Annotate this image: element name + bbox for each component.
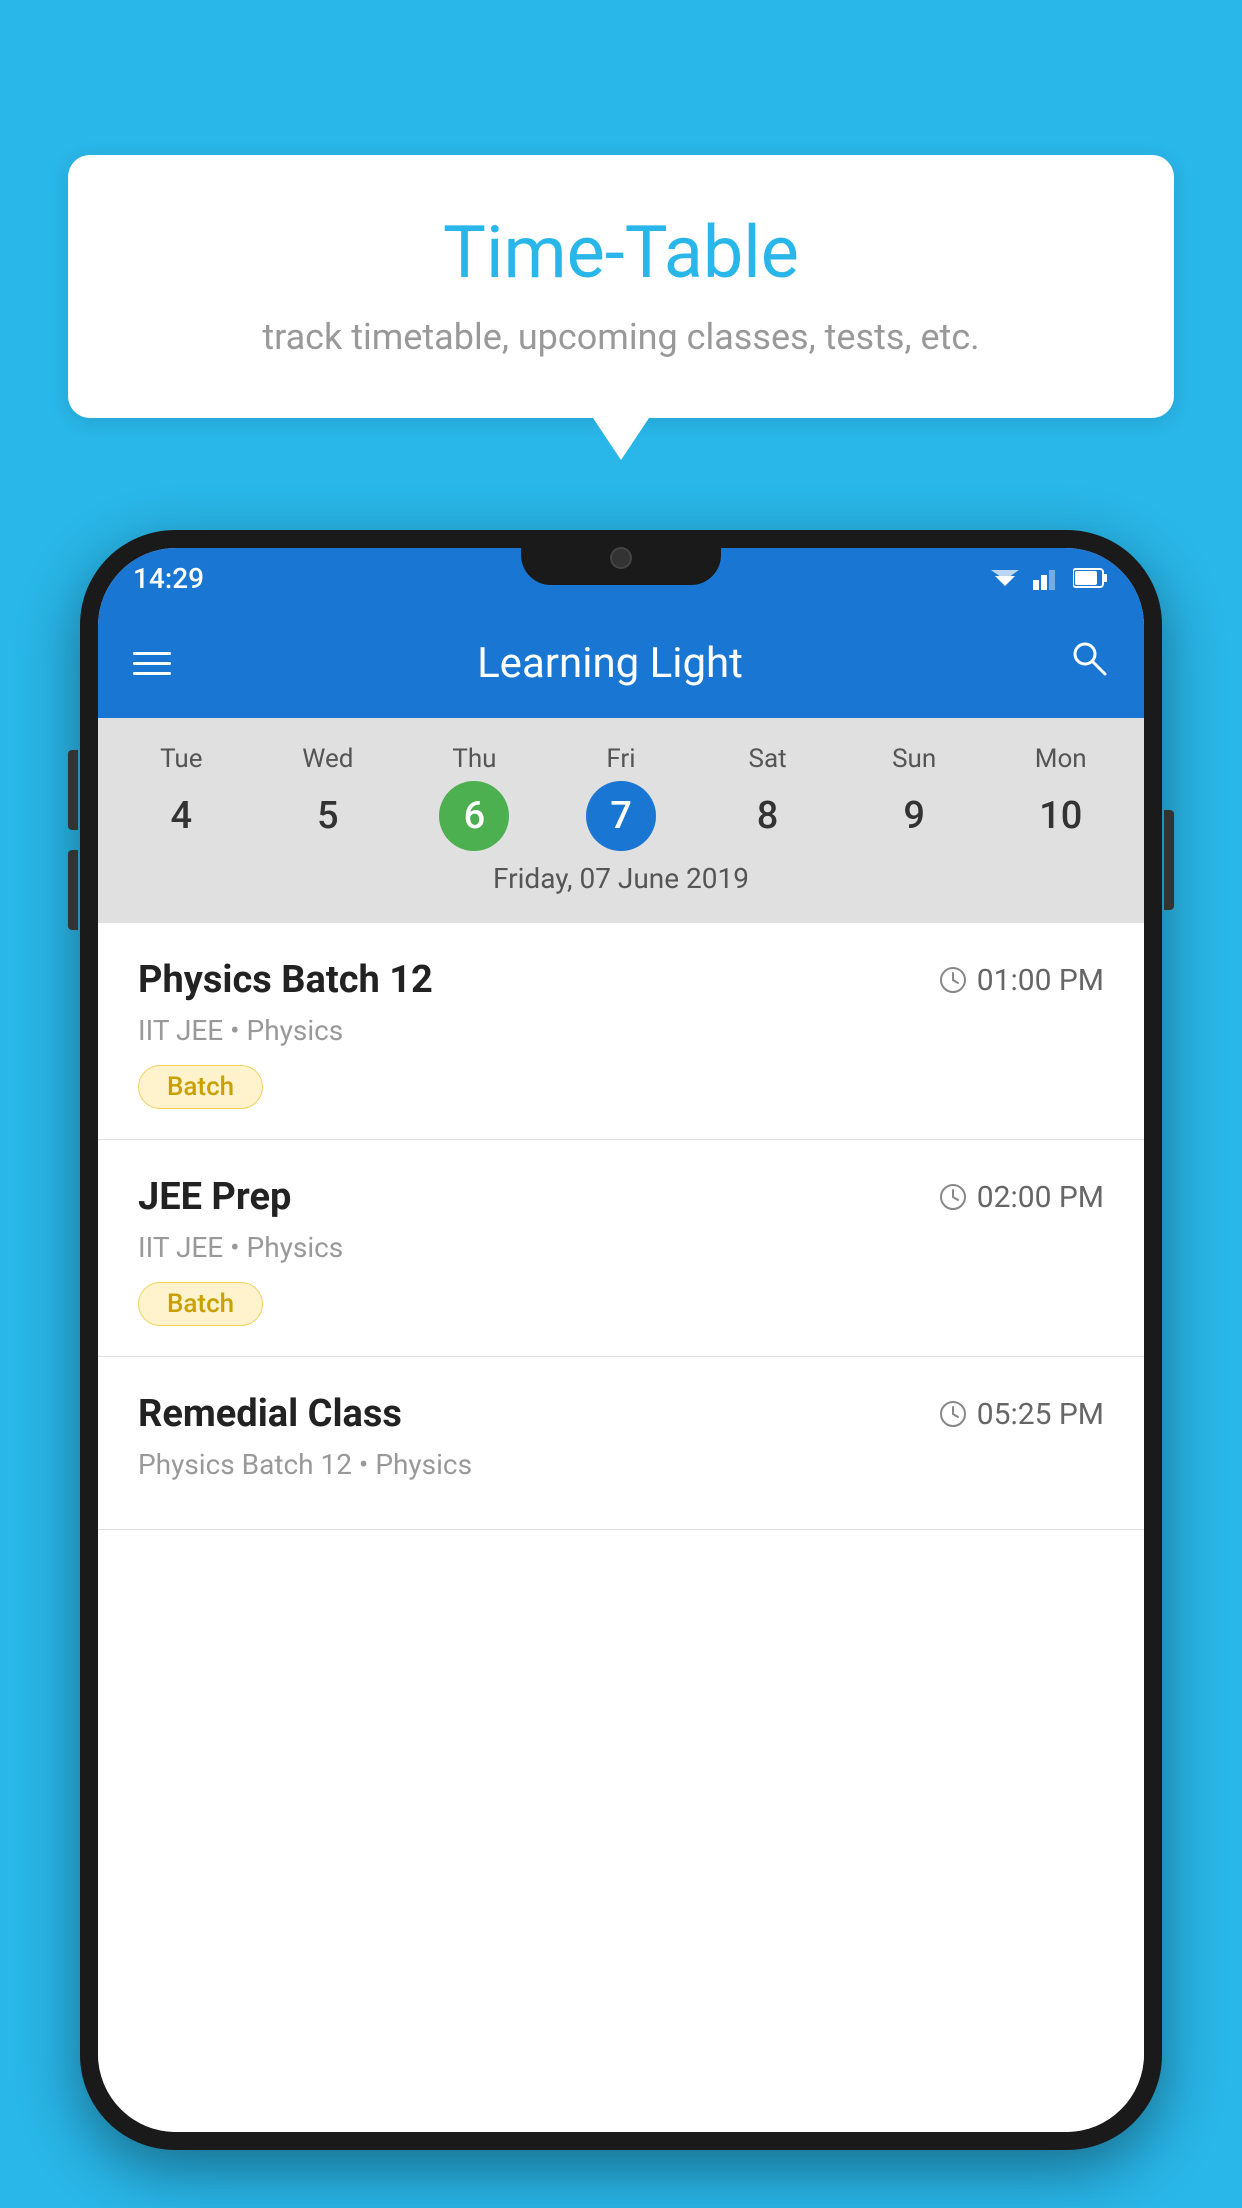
phone-camera: [610, 547, 632, 569]
clock-icon-3: [939, 1400, 967, 1428]
class-time-3: 05:25 PM: [939, 1397, 1104, 1432]
class-meta-2: IIT JEE • Physics: [138, 1231, 1104, 1264]
clock-icon-2: [939, 1183, 967, 1211]
app-title: Learning Light: [181, 639, 1039, 688]
class-time-label-2: 02:00 PM: [977, 1180, 1104, 1215]
day-6-today[interactable]: 6: [401, 782, 548, 850]
day-header-sat: Sat: [694, 736, 841, 782]
class-item-header-2: JEE Prep 02:00 PM: [138, 1175, 1104, 1219]
phone-outer: 14:29: [80, 530, 1162, 2150]
phone-notch: [521, 530, 721, 585]
status-icons: [989, 566, 1109, 590]
class-item-physics-batch-12[interactable]: Physics Batch 12 01:00 PM IIT JEE • Ph: [98, 923, 1144, 1140]
hamburger-menu-icon[interactable]: [133, 652, 171, 675]
tooltip-container: Time-Table track timetable, upcoming cla…: [68, 155, 1174, 418]
wifi-icon: [989, 566, 1021, 590]
phone-frame: 14:29: [80, 530, 1162, 2150]
day-headers: Tue Wed Thu Fri Sat Sun Mon: [98, 736, 1144, 782]
day-header-thu: Thu: [401, 736, 548, 782]
day-header-mon: Mon: [987, 736, 1134, 782]
batch-badge-2: Batch: [138, 1282, 263, 1326]
tooltip-bubble: Time-Table track timetable, upcoming cla…: [68, 155, 1174, 418]
signal-icon: [1033, 566, 1061, 590]
day-10[interactable]: 10: [987, 782, 1134, 850]
tooltip-subtitle: track timetable, upcoming classes, tests…: [128, 316, 1114, 358]
class-name: Physics Batch 12: [138, 958, 433, 1002]
selected-date-label: Friday, 07 June 2019: [98, 850, 1144, 913]
class-item-header: Physics Batch 12 01:00 PM: [138, 958, 1104, 1002]
batch-badge: Batch: [138, 1065, 263, 1109]
class-item-remedial[interactable]: Remedial Class 05:25 PM Physics Batch: [98, 1357, 1144, 1530]
phone-vol-down-button: [68, 850, 78, 930]
class-item-jee-prep[interactable]: JEE Prep 02:00 PM IIT JEE • Physics: [98, 1140, 1144, 1357]
day-header-fri: Fri: [548, 736, 695, 782]
tooltip-title: Time-Table: [128, 210, 1114, 296]
class-time: 01:00 PM: [939, 963, 1104, 998]
calendar-strip: Tue Wed Thu Fri Sat Sun Mon 4 5 6 7 8: [98, 718, 1144, 923]
app-bar: Learning Light: [98, 608, 1144, 718]
class-time-label: 01:00 PM: [977, 963, 1104, 998]
class-name-3: Remedial Class: [138, 1392, 402, 1436]
clock-icon: [939, 966, 967, 994]
battery-icon: [1073, 567, 1109, 589]
class-item-header-3: Remedial Class 05:25 PM: [138, 1392, 1104, 1436]
phone-content: 14:29: [98, 548, 1144, 2132]
class-name-2: JEE Prep: [138, 1175, 291, 1219]
class-meta: IIT JEE • Physics: [138, 1014, 1104, 1047]
day-header-sun: Sun: [841, 736, 988, 782]
day-8[interactable]: 8: [694, 782, 841, 850]
day-header-tue: Tue: [108, 736, 255, 782]
phone-screen: 14:29: [98, 548, 1144, 2132]
class-list: Physics Batch 12 01:00 PM IIT JEE • Ph: [98, 923, 1144, 2132]
day-header-wed: Wed: [255, 736, 402, 782]
class-meta-3: Physics Batch 12 • Physics: [138, 1448, 1104, 1481]
phone-vol-up-button: [68, 750, 78, 830]
phone-power-button: [1164, 810, 1174, 910]
class-time-2: 02:00 PM: [939, 1180, 1104, 1215]
day-9[interactable]: 9: [841, 782, 988, 850]
day-4[interactable]: 4: [108, 782, 255, 850]
day-5[interactable]: 5: [255, 782, 402, 850]
day-7-selected[interactable]: 7: [548, 782, 695, 850]
class-time-label-3: 05:25 PM: [977, 1397, 1104, 1432]
status-time: 14:29: [133, 562, 204, 595]
search-icon[interactable]: [1069, 638, 1109, 688]
day-numbers: 4 5 6 7 8 9 10: [98, 782, 1144, 850]
